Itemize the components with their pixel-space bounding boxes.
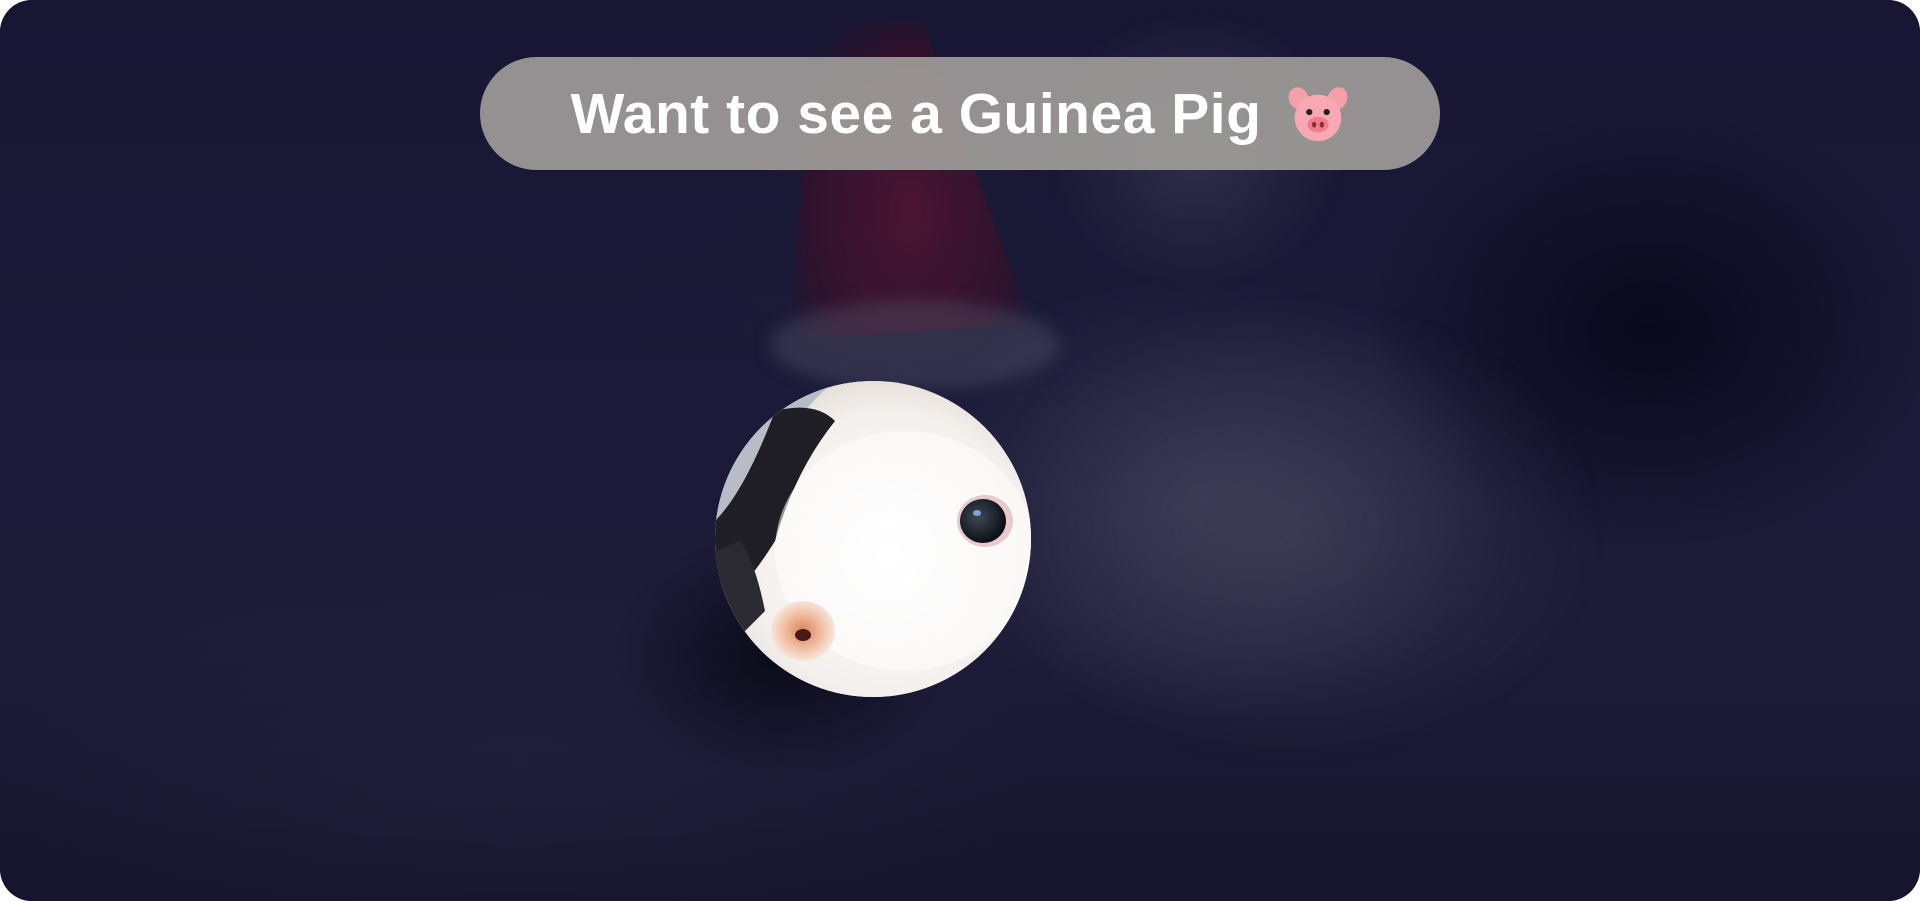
title-banner[interactable]: Want to see a Guinea Pig bbox=[480, 57, 1440, 170]
guinea-pig-body-blur bbox=[980, 300, 1600, 760]
pig-face-icon bbox=[1287, 83, 1349, 145]
guinea-pig-closeup-icon bbox=[715, 381, 1031, 697]
banner-title: Want to see a Guinea Pig bbox=[570, 81, 1262, 146]
hat-brim-blur bbox=[770, 300, 1060, 390]
app-canvas: Want to see a Guinea Pig bbox=[0, 0, 1920, 901]
guinea-pig-photo[interactable] bbox=[715, 381, 1031, 697]
